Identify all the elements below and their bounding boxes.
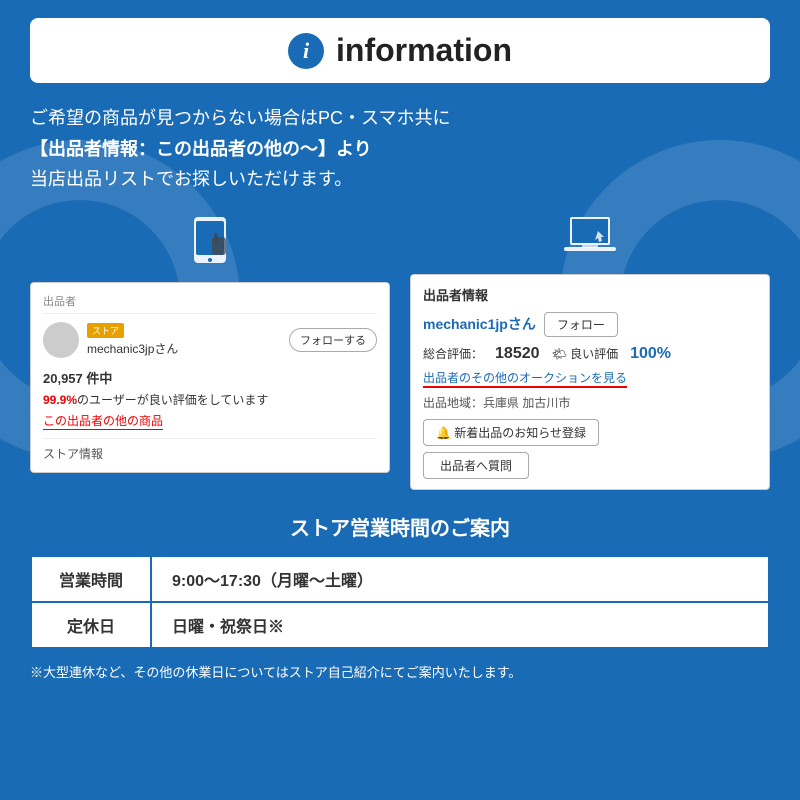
header-box: i information: [30, 18, 770, 83]
pc-seller-info-label: 出品者情報: [423, 285, 757, 304]
main-text-block: ご希望の商品が見つからない場合はPC・スマホ共に 【出品者情報：この出品者の他の…: [30, 103, 770, 195]
mobile-seller-row: ストア mechanic3jpさん フォローする: [43, 322, 377, 358]
pc-follow-button[interactable]: フォロー: [544, 312, 618, 337]
mobile-store-info: ストア情報: [43, 438, 377, 462]
mobile-device-icon: [190, 217, 230, 274]
pc-screenshot-box: 出品者情報 mechanic1jpさん フォロー 総合評価： 18520 🌤 良…: [410, 274, 770, 490]
main-container: i information ご希望の商品が見つからない場合はPC・スマホ共に 【…: [0, 0, 800, 700]
pc-seller-name: mechanic1jpさん: [423, 314, 536, 334]
main-text-line3: 当店出品リストでお探しいただけます。: [30, 164, 770, 195]
store-badge: ストア: [87, 323, 124, 338]
footer-note: ※大型連休など、その他の休業日についてはストア自己紹介にてご案内いたします。: [30, 663, 770, 683]
mobile-stats: 20,957 件中: [43, 368, 377, 387]
pc-rating-row: 総合評価： 18520 🌤 良い評価 100%: [423, 345, 757, 363]
hours-value-2: 日曜・祝祭日※: [151, 602, 769, 648]
screenshots-row: 出品者 ストア mechanic3jpさん フォローする 20,957 件中 9…: [30, 217, 770, 490]
pc-screenshot-wrapper: 出品者情報 mechanic1jpさん フォロー 総合評価： 18520 🌤 良…: [410, 217, 770, 490]
hours-row-2: 定休日 日曜・祝祭日※: [31, 602, 769, 648]
header-title: information: [336, 32, 512, 69]
mobile-seller-label: 出品者: [43, 293, 377, 314]
pc-device-icon: [564, 217, 616, 266]
main-text-line1: ご希望の商品が見つからない場合はPC・スマホ共に: [30, 103, 770, 134]
main-text-line2: 【出品者情報：この出品者の他の〜】より: [30, 134, 770, 165]
hours-value-1: 9:00〜17:30（月曜〜土曜）: [151, 556, 769, 602]
mobile-screenshot-box: 出品者 ストア mechanic3jpさん フォローする 20,957 件中 9…: [30, 282, 390, 473]
mobile-screenshot-wrapper: 出品者 ストア mechanic3jpさん フォローする 20,957 件中 9…: [30, 217, 390, 490]
mobile-positive-pct: 99.9%: [43, 393, 77, 407]
pc-good-label: 🌤 良い評価: [552, 345, 619, 362]
info-icon: i: [288, 33, 324, 69]
mobile-positive-text: のユーザーが良い評価をしています: [77, 393, 268, 407]
hours-row-1: 営業時間 9:00〜17:30（月曜〜土曜）: [31, 556, 769, 602]
hours-table: 営業時間 9:00〜17:30（月曜〜土曜） 定休日 日曜・祝祭日※: [30, 555, 770, 649]
pc-rating-label: 総合評価：: [423, 345, 483, 362]
mobile-other-items-link[interactable]: この出品者の他の商品: [43, 412, 163, 430]
store-section-title: ストア営業時間のご案内: [30, 512, 770, 541]
pc-rating-num: 18520: [495, 345, 540, 363]
avatar: [43, 322, 79, 358]
pc-seller-row: mechanic1jpさん フォロー: [423, 312, 757, 337]
pc-auction-link[interactable]: 出品者のその他のオークションを見る: [423, 369, 627, 388]
pc-notify-button[interactable]: 🔔 新着出品のお知らせ登録: [423, 419, 599, 446]
mobile-follow-button[interactable]: フォローする: [289, 328, 377, 352]
mobile-count: 20,957 件中: [43, 371, 112, 386]
pc-good-pct: 100%: [630, 345, 671, 363]
mobile-seller-info: ストア mechanic3jpさん: [87, 323, 178, 357]
mobile-seller-name: mechanic3jpさん: [87, 340, 178, 357]
pc-question-button[interactable]: 出品者へ質問: [423, 452, 529, 479]
hours-label-1: 営業時間: [31, 556, 151, 602]
mobile-positive: 99.9%のユーザーが良い評価をしています: [43, 391, 377, 408]
pc-location: 出品地域：兵庫県 加古川市: [423, 394, 757, 411]
main-text-highlight: 【出品者情報：この出品者の他の〜】より: [30, 139, 372, 159]
hours-label-2: 定休日: [31, 602, 151, 648]
